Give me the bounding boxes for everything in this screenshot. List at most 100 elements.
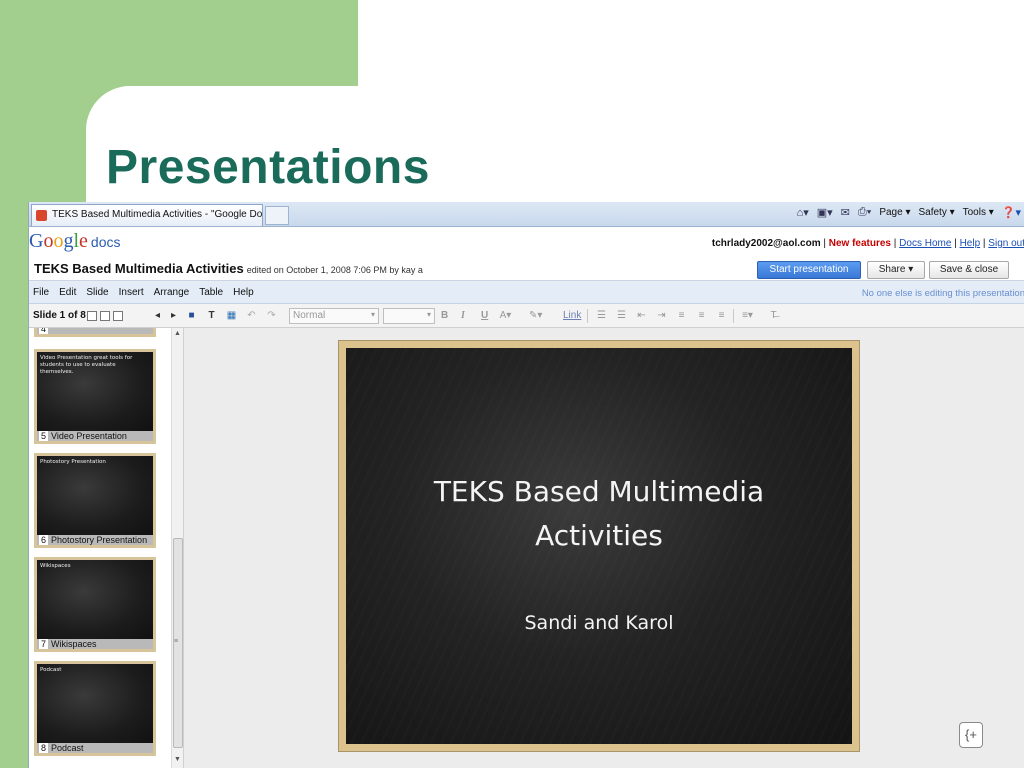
thumbnail-text: Podcast: [40, 667, 62, 673]
slide-canvas: TEKS Based Multimedia Activities Sandi a…: [185, 328, 1024, 768]
scroll-down-icon[interactable]: ▼: [174, 756, 181, 763]
slide-thumbnail[interactable]: Wikispaces 7 Wikispaces: [34, 557, 156, 652]
thumbnail-label: 8 Podcast: [37, 743, 153, 753]
delete-slide-icon[interactable]: [113, 311, 123, 321]
thumbnail-label: 7 Wikispaces: [37, 639, 153, 649]
thumbnail-preview: Photostory Presentation: [37, 456, 153, 535]
browser-command-bar: ⌂▾ ▣▾ ✉ ⎙▾ Page ▾ Safety ▾ Tools ▾ ❓▾: [797, 206, 1021, 219]
browser-tab-strip: TEKS Based Multimedia Activities - "Goog…: [29, 202, 1024, 227]
home-icon[interactable]: ⌂▾: [797, 206, 809, 219]
numbered-list-icon[interactable]: ☰: [595, 309, 608, 322]
thumbnail-text: Photostory Presentation: [40, 459, 106, 465]
decrease-indent-icon[interactable]: ⇤: [635, 309, 648, 322]
thumbnail-text: Wikispaces: [40, 563, 71, 569]
document-title-row: TEKS Based Multimedia Activities edited o…: [29, 259, 1024, 281]
slide-counter: Slide 1 of 8: [33, 310, 86, 321]
help-icon[interactable]: ❓▾: [1002, 206, 1021, 219]
toolbar-divider: [733, 309, 734, 323]
italic-button[interactable]: I: [461, 310, 465, 321]
menu-file[interactable]: File: [33, 287, 49, 298]
mail-icon[interactable]: ✉: [841, 206, 850, 219]
tools-menu[interactable]: Tools ▾: [963, 207, 994, 218]
start-presentation-button[interactable]: Start presentation: [757, 261, 861, 279]
speaker-notes-icon[interactable]: {+: [959, 722, 983, 748]
bold-button[interactable]: B: [441, 310, 448, 321]
current-slide-title[interactable]: TEKS Based Multimedia Activities: [346, 470, 852, 558]
style-select[interactable]: Normal ▾: [289, 308, 379, 324]
align-left-icon[interactable]: ≡: [675, 309, 688, 322]
thumbnail-number: 4: [39, 328, 49, 334]
document-title[interactable]: TEKS Based Multimedia Activities edited o…: [34, 261, 423, 276]
menu-help[interactable]: Help: [233, 287, 254, 298]
clear-formatting-icon[interactable]: T̶: [767, 309, 780, 322]
thumbnail-title: Video Presentation: [51, 431, 127, 441]
menu-arrange[interactable]: Arrange: [154, 287, 190, 298]
menu-bar: File Edit Slide Insert Arrange Table Hel…: [29, 282, 1024, 304]
filmstrip-scrollbar[interactable]: ▲ ≡ ▼: [171, 328, 183, 768]
bullet-list-icon[interactable]: ☰: [615, 309, 628, 322]
slide-thumbnail[interactable]: Photostory Presentation 6 Photostory Pres…: [34, 453, 156, 548]
slide-filmstrip: 4 Video Presentation great tools for stu…: [29, 328, 184, 768]
menu-slide[interactable]: Slide: [86, 287, 108, 298]
line-spacing-icon[interactable]: ≡▾: [741, 309, 754, 322]
slide-stage: Presentations TEKS Based Multimedia Acti…: [0, 0, 1024, 768]
insert-image-icon[interactable]: ▦: [225, 309, 238, 322]
undo-icon[interactable]: ↶: [245, 309, 258, 322]
formatting-toolbar: Slide 1 of 8 ◂ ▸ ■ T ▦ ↶ ↷ Normal ▾ ▾ B I…: [29, 304, 1024, 328]
account-email: tchrlady2002@aol.com: [711, 238, 821, 249]
text-box-icon[interactable]: T: [205, 309, 218, 322]
logo-letter: o: [43, 230, 54, 252]
slide-thumbnail[interactable]: 4: [34, 328, 156, 337]
underline-button[interactable]: U: [481, 310, 488, 321]
menu-edit[interactable]: Edit: [59, 287, 76, 298]
thumbnail-number: 6: [39, 535, 49, 545]
back-icon[interactable]: ◂: [151, 309, 164, 322]
page-menu[interactable]: Page ▾: [879, 207, 910, 218]
current-slide-subtitle[interactable]: Sandi and Karol: [346, 612, 852, 634]
text-color-icon[interactable]: A▾: [499, 309, 512, 322]
align-right-icon[interactable]: ≡: [715, 309, 728, 322]
current-slide[interactable]: TEKS Based Multimedia Activities Sandi a…: [339, 341, 859, 751]
thumbnail-label: 5 Video Presentation: [37, 431, 153, 441]
document-title-text: TEKS Based Multimedia Activities: [34, 261, 244, 276]
title-line: TEKS Based Multimedia: [433, 475, 765, 508]
link-button[interactable]: Link: [563, 310, 581, 321]
logo-letter: g: [63, 230, 74, 252]
slide-thumbnail[interactable]: Video Presentation great tools for stude…: [34, 349, 156, 444]
safety-menu[interactable]: Safety ▾: [918, 207, 954, 218]
google-docs-logo[interactable]: Google docs: [29, 230, 120, 253]
browser-tab[interactable]: TEKS Based Multimedia Activities - "Goog…: [31, 204, 263, 226]
feeds-icon[interactable]: ▣▾: [817, 206, 833, 219]
thumbnail-number: 8: [39, 743, 49, 753]
highlight-color-icon[interactable]: ✎▾: [529, 309, 542, 322]
print-icon[interactable]: ⎙▾: [858, 206, 871, 219]
align-center-icon[interactable]: ≡: [695, 309, 708, 322]
font-size-select[interactable]: ▾: [383, 308, 435, 324]
menu-insert[interactable]: Insert: [119, 287, 144, 298]
sign-out-link[interactable]: Sign out: [988, 238, 1024, 249]
title-line: Activities: [535, 519, 663, 552]
logo-letter: e: [79, 230, 88, 252]
duplicate-slide-icon[interactable]: [100, 311, 110, 321]
toolbar-divider: [587, 309, 588, 323]
menu-table[interactable]: Table: [199, 287, 223, 298]
separator: |: [820, 238, 829, 249]
docs-home-link[interactable]: Docs Home: [899, 238, 951, 249]
scroll-grip-icon: ≡: [174, 638, 179, 645]
new-tab-button[interactable]: [265, 206, 289, 225]
new-features-link[interactable]: New features: [829, 238, 891, 249]
scroll-up-icon[interactable]: ▲: [174, 330, 181, 337]
save-close-button[interactable]: Save & close: [929, 261, 1009, 279]
separator: |: [891, 238, 900, 249]
redo-icon[interactable]: ↷: [265, 309, 278, 322]
share-button[interactable]: Share ▾: [867, 261, 925, 279]
add-slide-icon[interactable]: [87, 311, 97, 321]
increase-indent-icon[interactable]: ⇥: [655, 309, 668, 322]
logo-letter: G: [29, 230, 44, 252]
save-icon[interactable]: ■: [185, 309, 198, 322]
browser-tab-title: TEKS Based Multimedia Activities - "Goog…: [52, 209, 263, 220]
google-docs-screenshot: TEKS Based Multimedia Activities - "Goog…: [28, 202, 1024, 768]
help-link[interactable]: Help: [960, 238, 981, 249]
slide-thumbnail[interactable]: Podcast 8 Podcast: [34, 661, 156, 756]
forward-icon[interactable]: ▸: [167, 309, 180, 322]
